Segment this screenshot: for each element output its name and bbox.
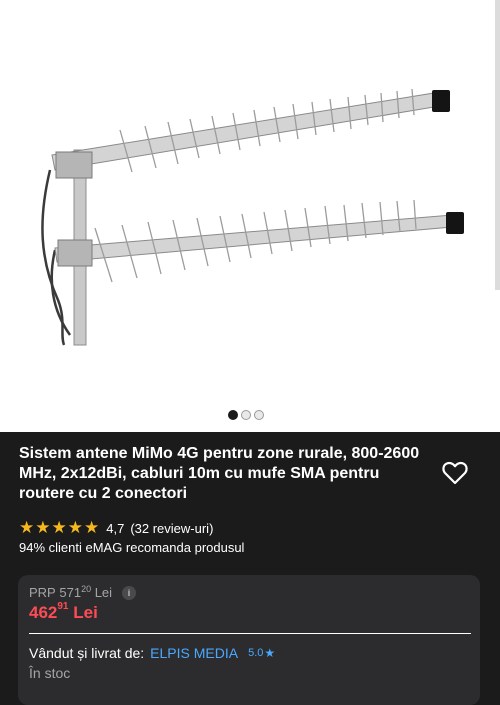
seller-rating: 5.0 ★: [248, 646, 276, 660]
seller-row: Vândut și livrat de: ELPIS MEDIA 5.0 ★: [29, 645, 275, 661]
prp-label: PRP: [29, 585, 56, 600]
reviews-link[interactable]: (32 review-uri): [130, 521, 213, 536]
favorite-button[interactable]: [441, 460, 469, 486]
prp-row: PRP 57120 Lei i: [29, 584, 137, 600]
star-icon: ★: [84, 518, 100, 537]
stock-status: În stoc: [29, 665, 71, 681]
product-image-gallery[interactable]: [0, 0, 500, 432]
rating-row[interactable]: ★ ★ ★ ★ ★ 4,7 (32 review-uri): [19, 519, 213, 537]
gallery-dot-1[interactable]: [228, 410, 238, 420]
star-icon: ★: [35, 518, 51, 537]
product-image[interactable]: [0, 0, 500, 400]
gallery-dot-3[interactable]: [254, 410, 264, 420]
recommend-text: 94% clienti eMAG recomanda produsul: [19, 540, 245, 555]
product-title: Sistem antene MiMo 4G pentru zone rurale…: [19, 445, 420, 502]
current-price: 46291 Lei: [29, 601, 98, 622]
gallery-scrollbar[interactable]: [495, 0, 500, 290]
seller-label: Vândut și livrat de:: [29, 645, 145, 661]
star-icon: ★: [51, 518, 67, 537]
divider: [29, 633, 471, 634]
rating-value: 4,7: [106, 520, 125, 536]
price-panel: PRP 57120 Lei i 46291 Lei Vândut și livr…: [18, 575, 480, 705]
info-icon[interactable]: i: [122, 585, 137, 600]
prp-value: 57120: [59, 584, 92, 600]
star-icon: ★: [67, 518, 83, 537]
gallery-dot-2[interactable]: [241, 410, 251, 420]
seller-link[interactable]: ELPIS MEDIA: [150, 645, 238, 661]
gallery-pagination: [228, 410, 264, 420]
star-icon: ★: [19, 518, 35, 537]
prp-currency: Lei: [94, 585, 113, 600]
rating-stars: ★ ★ ★ ★ ★: [19, 519, 99, 537]
heart-icon: [442, 461, 468, 485]
star-icon: ★: [264, 646, 276, 660]
